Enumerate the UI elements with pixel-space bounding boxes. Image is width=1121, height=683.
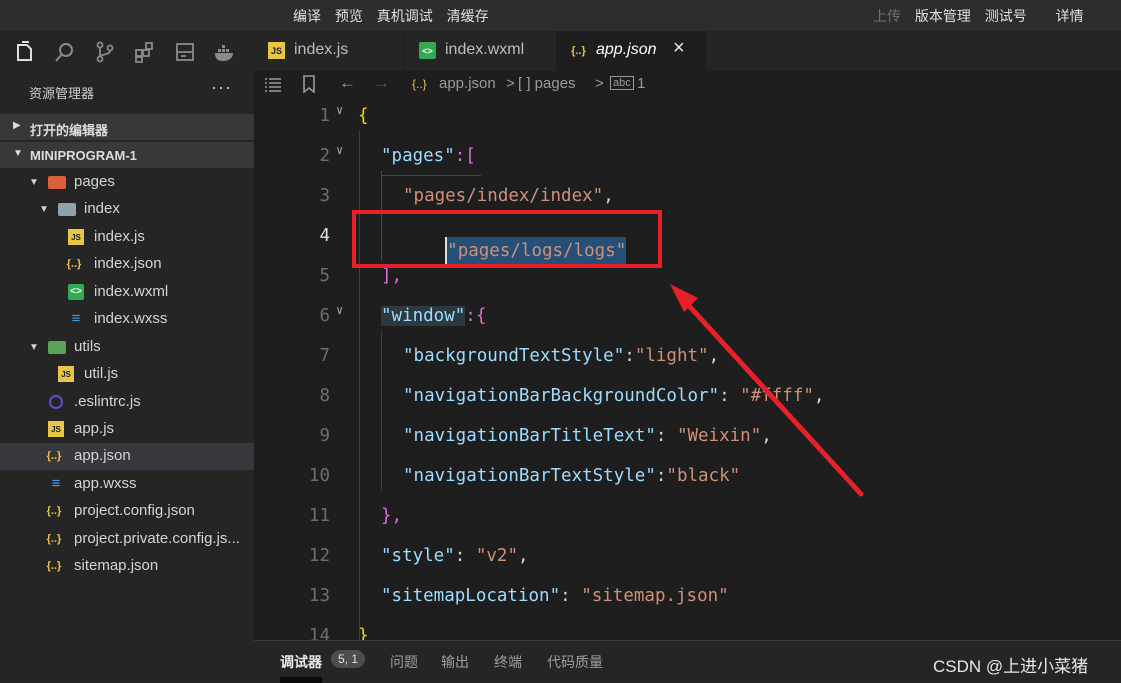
cursor-position-badge: 5, 1 xyxy=(331,650,366,668)
tab-code-quality[interactable]: 代码质量 xyxy=(547,652,603,672)
active-tab-indicator xyxy=(280,677,322,683)
tab-output[interactable]: 输出 xyxy=(441,652,469,672)
tab-terminal[interactable]: 终端 xyxy=(494,652,522,672)
watermark: CSDN @上进小菜猪 xyxy=(933,657,1089,676)
annotation-arrow xyxy=(670,284,864,497)
tab-debugger[interactable]: 调试器 xyxy=(280,652,322,672)
panel-divider xyxy=(254,640,1121,641)
tab-problems[interactable]: 问题 xyxy=(390,652,418,672)
